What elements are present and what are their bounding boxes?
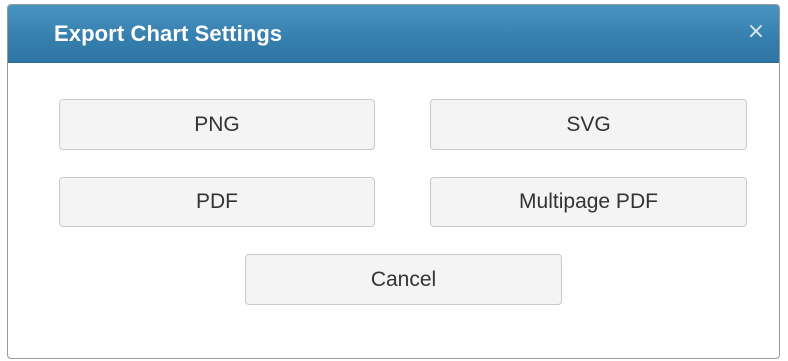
export-pdf-button[interactable]: PDF [59,177,375,227]
dialog-titlebar: Export Chart Settings × [8,5,779,63]
export-chart-settings-dialog: Export Chart Settings × PNG SVG PDF Mult… [7,4,780,359]
export-multipage-pdf-button[interactable]: Multipage PDF [430,177,747,227]
cancel-button[interactable]: Cancel [245,254,562,305]
export-svg-button[interactable]: SVG [430,99,747,150]
close-icon[interactable]: × [745,18,767,46]
export-png-button[interactable]: PNG [59,99,375,150]
dialog-title: Export Chart Settings [54,21,283,46]
